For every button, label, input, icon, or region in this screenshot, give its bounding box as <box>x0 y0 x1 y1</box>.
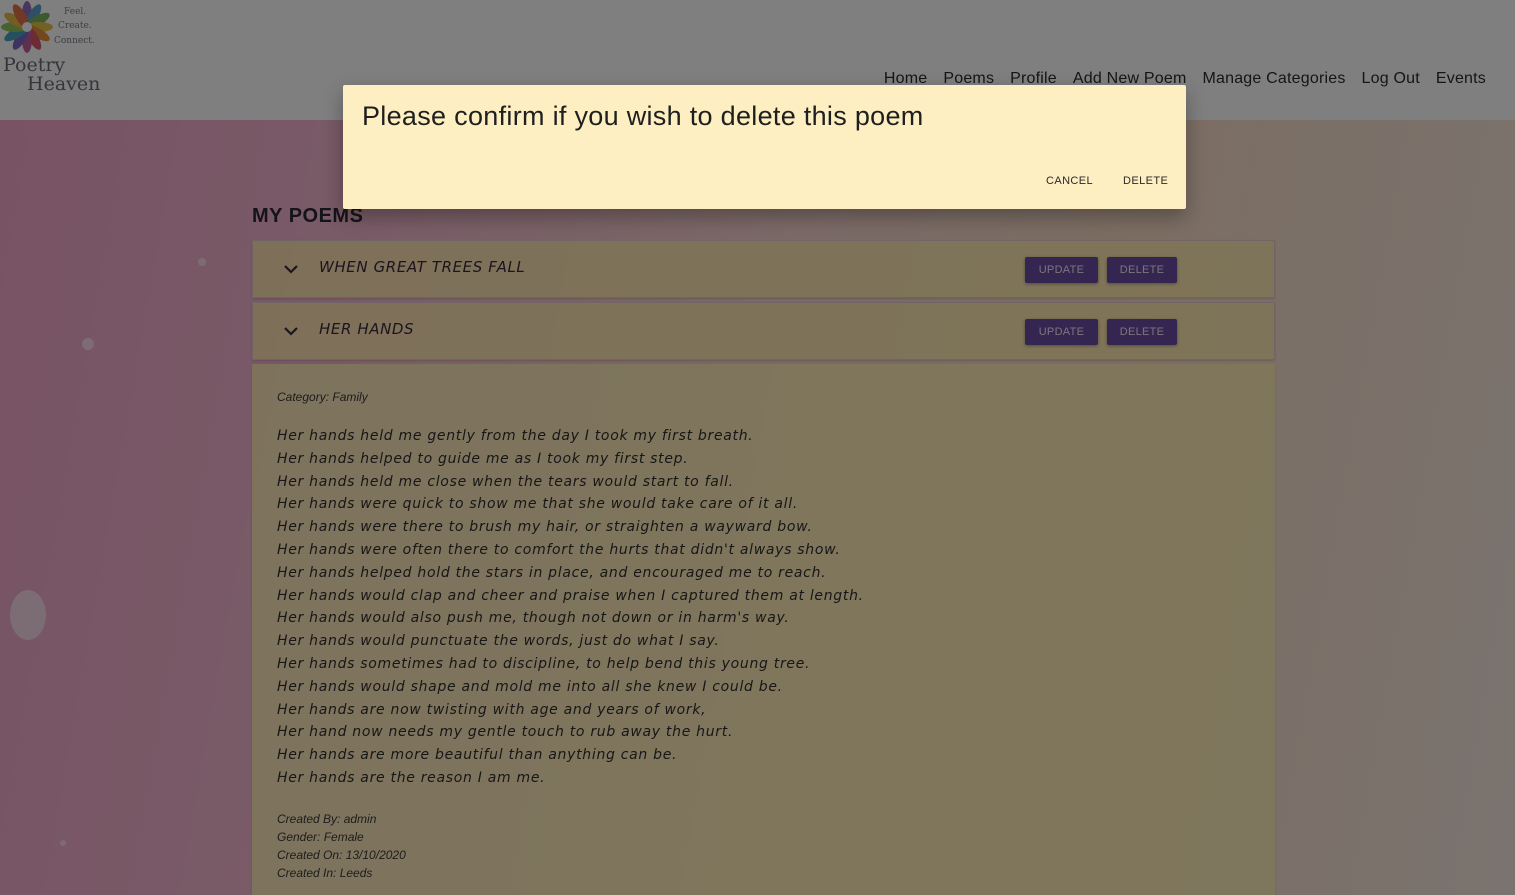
delete-confirm-dialog: Please confirm if you wish to delete thi… <box>343 85 1186 209</box>
cancel-button[interactable]: CANCEL <box>1046 175 1093 187</box>
dialog-title: Please confirm if you wish to delete thi… <box>362 101 924 131</box>
app-root: Feel. Create. Connect. Poetry Heaven Hom… <box>0 0 1515 895</box>
confirm-delete-button[interactable]: DELETE <box>1123 175 1168 187</box>
